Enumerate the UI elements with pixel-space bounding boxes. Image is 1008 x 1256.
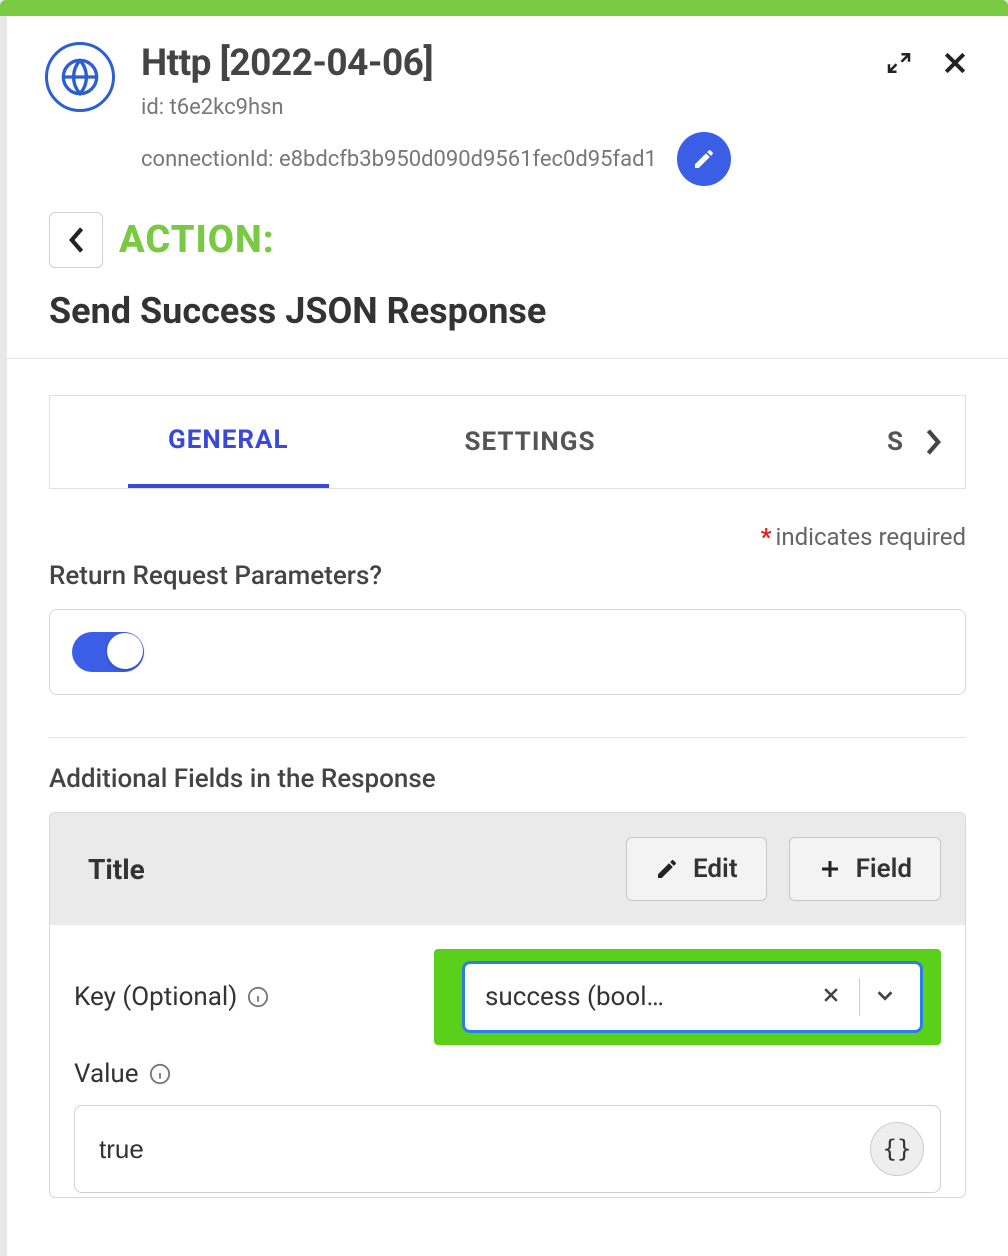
key-row: Key (Optional) success (bool… — [74, 949, 941, 1045]
additional-fields-label: Additional Fields in the Response — [49, 764, 966, 794]
key-highlight: success (bool… — [434, 949, 941, 1045]
chevron-left-icon — [67, 226, 85, 254]
value-label-row: Value — [74, 1059, 941, 1089]
key-dropdown-toggle[interactable] — [864, 984, 906, 1010]
action-label: ACTION: — [119, 218, 275, 262]
required-asterisk: * — [761, 523, 772, 551]
return-params-toggle[interactable] — [72, 632, 144, 672]
return-params-box — [49, 609, 966, 695]
edit-button[interactable]: Edit — [626, 837, 767, 901]
key-label-text: Key (Optional) — [74, 982, 237, 1012]
x-icon — [821, 985, 841, 1005]
panel-title: Http [2022-04-06] — [141, 42, 884, 85]
key-clear-button[interactable] — [807, 985, 855, 1009]
add-field-button-label: Field — [856, 854, 912, 884]
tab-general[interactable]: GENERAL — [128, 396, 329, 488]
id-line: id: t6e2kc9hsn — [141, 95, 884, 120]
panel-header: Http [2022-04-06] id: t6e2kc9hsn connect… — [7, 16, 1008, 196]
pencil-icon — [655, 857, 679, 881]
header-text-block: Http [2022-04-06] id: t6e2kc9hsn connect… — [141, 42, 884, 186]
close-icon[interactable] — [940, 48, 970, 78]
chevron-down-icon — [874, 984, 896, 1006]
toggle-knob — [107, 633, 143, 669]
action-row: ACTION: — [7, 196, 1008, 268]
key-select-value: success (bool… — [485, 982, 807, 1012]
section-divider — [49, 737, 966, 738]
value-label: Value — [74, 1059, 171, 1089]
value-label-text: Value — [74, 1059, 139, 1089]
edit-button-label: Edit — [693, 854, 738, 884]
tabs-scroll-right[interactable] — [913, 428, 965, 456]
tab-partial-next[interactable]: S — [887, 427, 913, 457]
additional-fields-box: Title Edit Field Key (Optio — [49, 812, 966, 1198]
connection-id: connectionId: e8bdcfb3b950d090d9561fec0d… — [141, 147, 657, 172]
content: GENERAL SETTINGS S *indicates required R… — [7, 359, 1008, 1198]
return-params-label: Return Request Parameters? — [49, 561, 966, 591]
key-label: Key (Optional) — [74, 982, 434, 1012]
pencil-icon — [692, 147, 716, 171]
required-text: indicates required — [775, 523, 966, 551]
expression-button[interactable]: {} — [870, 1122, 924, 1176]
header-controls — [884, 48, 970, 78]
key-select[interactable]: success (bool… — [462, 961, 923, 1033]
tab-settings[interactable]: SETTINGS — [425, 396, 636, 488]
info-icon[interactable] — [149, 1063, 171, 1085]
additional-title: Title — [88, 853, 145, 886]
plus-icon — [818, 857, 842, 881]
chevron-right-icon — [925, 428, 943, 456]
value-input[interactable] — [99, 1134, 870, 1165]
select-separator — [859, 978, 860, 1016]
add-field-button[interactable]: Field — [789, 837, 941, 901]
panel: Http [2022-04-06] id: t6e2kc9hsn connect… — [7, 16, 1008, 1256]
back-button[interactable] — [49, 212, 103, 268]
globe-icon — [45, 42, 115, 112]
top-accent-bar — [0, 0, 1008, 16]
additional-header: Title Edit Field — [50, 813, 965, 925]
info-icon[interactable] — [247, 986, 269, 1008]
action-name: Send Success JSON Response — [7, 268, 1008, 358]
collapse-icon[interactable] — [884, 48, 914, 78]
connection-line: connectionId: e8bdcfb3b950d090d9561fec0d… — [141, 132, 884, 186]
kv-body: Key (Optional) success (bool… — [50, 925, 965, 1197]
required-note: *indicates required — [49, 523, 966, 551]
value-input-wrap: {} — [74, 1105, 941, 1193]
edit-connection-button[interactable] — [677, 132, 731, 186]
tabs: GENERAL SETTINGS S — [49, 395, 966, 489]
